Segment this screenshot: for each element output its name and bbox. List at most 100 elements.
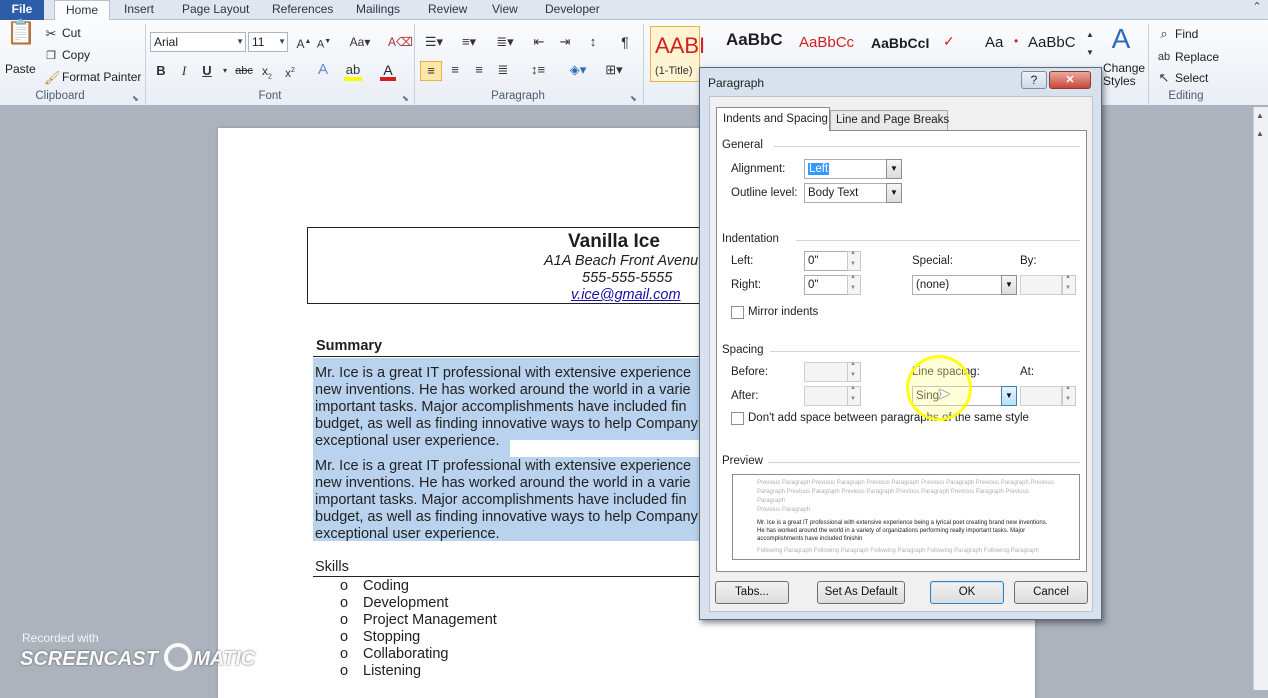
styles-scroll-up-icon[interactable]: ▲	[1084, 28, 1096, 42]
left-indent-input[interactable]: 0"	[804, 251, 848, 271]
line-spacing-icon[interactable]: ↕≡	[526, 61, 550, 79]
mirror-indents-checkbox[interactable]	[731, 306, 744, 319]
tab-mailings[interactable]: Mailings	[356, 0, 400, 20]
tab-indents-spacing[interactable]: Indents and Spacing	[716, 107, 830, 131]
change-case-icon[interactable]: Aa▾	[346, 33, 374, 51]
cut-button[interactable]: Cut	[62, 26, 81, 40]
align-right-icon[interactable]: ≡	[470, 61, 488, 79]
chevron-down-icon[interactable]: ▼	[886, 159, 902, 179]
style-heading-tile[interactable]: AaBbC	[726, 30, 783, 68]
format-painter-icon[interactable]: 🖌	[44, 69, 61, 87]
tab-page-layout[interactable]: Page Layout	[182, 0, 249, 20]
shading-icon[interactable]: ◈▾	[566, 61, 590, 79]
left-indent-spinner[interactable]	[847, 250, 861, 271]
tab-line-page-breaks[interactable]: Line and Page Breaks	[830, 110, 949, 131]
right-indent-input[interactable]: 0"	[804, 275, 848, 295]
tab-developer[interactable]: Developer	[545, 0, 600, 20]
right-indent-spinner[interactable]	[847, 274, 861, 295]
grow-font-icon[interactable]: A▲	[296, 33, 312, 53]
align-left-icon[interactable]: ≡	[420, 61, 442, 81]
paragraph-launcher-icon[interactable]: ⬊	[630, 94, 637, 103]
bold-icon[interactable]: B	[154, 62, 168, 80]
close-button[interactable]: ✕	[1049, 71, 1091, 89]
show-formatting-icon[interactable]: ¶	[617, 33, 633, 51]
paste-button[interactable]: Paste	[5, 62, 36, 76]
italic-icon[interactable]: I	[177, 62, 191, 80]
shrink-font-icon[interactable]: A▼	[316, 33, 332, 54]
scroll-up-icon[interactable]: ▲	[1256, 111, 1264, 120]
find-button[interactable]: Find	[1175, 27, 1198, 41]
borders-icon[interactable]: ⊞▾	[600, 61, 628, 79]
paste-icon[interactable]: 📋	[6, 21, 36, 54]
font-color-icon[interactable]: A	[380, 61, 396, 81]
clipboard-launcher-icon[interactable]: ⬊	[132, 94, 139, 103]
font-size-select[interactable]: 11 ▼	[248, 32, 288, 52]
style-title-tile[interactable]: AABI (1-Title)	[650, 26, 705, 82]
select-button[interactable]: Select	[1175, 71, 1208, 85]
tab-file[interactable]: File	[0, 0, 44, 20]
chevron-down-icon[interactable]: ▼	[1001, 275, 1017, 295]
tab-home[interactable]: Home	[54, 0, 110, 21]
chevron-down-icon[interactable]: ▼	[1001, 386, 1017, 406]
at-input[interactable]	[1020, 386, 1062, 406]
sort-icon[interactable]: ↕	[584, 33, 602, 51]
format-painter-button[interactable]: Format Painter	[62, 70, 141, 84]
superscript-icon[interactable]: x2	[282, 62, 298, 82]
chevron-down-icon[interactable]: ▼	[886, 183, 902, 203]
highlight-color-icon[interactable]: ab	[344, 61, 362, 81]
cancel-button[interactable]: Cancel	[1014, 581, 1088, 604]
dialog-titlebar[interactable]: Paragraph ? ✕	[700, 68, 1101, 96]
after-input[interactable]	[804, 386, 848, 406]
font-launcher-icon[interactable]: ⬊	[402, 94, 409, 103]
before-spinner[interactable]	[847, 361, 861, 382]
underline-icon[interactable]: U	[200, 62, 214, 80]
change-styles-button[interactable]: Change	[1103, 61, 1145, 75]
select-icon[interactable]: ↖	[1156, 69, 1172, 87]
numbering-icon[interactable]: ≡▾	[454, 33, 484, 51]
font-name-select[interactable]: Arial ▼	[150, 32, 246, 52]
by-input[interactable]	[1020, 275, 1062, 295]
replace-button[interactable]: Replace	[1175, 50, 1219, 64]
by-spinner[interactable]	[1062, 274, 1076, 295]
replace-icon[interactable]: ab	[1156, 48, 1172, 66]
tab-insert[interactable]: Insert	[124, 0, 154, 20]
text-effects-icon[interactable]: A	[314, 61, 332, 79]
styles-scroll-down-icon[interactable]: ▼	[1084, 46, 1096, 60]
minimize-ribbon-icon[interactable]: ⌃	[1246, 0, 1268, 18]
outline-level-select[interactable]: Body Text	[804, 183, 890, 203]
increase-indent-icon[interactable]: ⇥	[556, 33, 574, 51]
special-select[interactable]: (none)	[912, 275, 1002, 295]
find-icon[interactable]: ⌕	[1156, 25, 1172, 43]
tab-references[interactable]: References	[272, 0, 333, 20]
copy-button[interactable]: Copy	[62, 48, 90, 62]
chevron-down-icon: ▼	[278, 37, 286, 46]
change-styles-icon[interactable]: A	[1106, 24, 1136, 54]
dont-add-space-checkbox[interactable]	[731, 412, 744, 425]
multilevel-list-icon[interactable]: ≣▾	[490, 33, 520, 51]
at-spinner[interactable]	[1062, 385, 1076, 406]
justify-icon[interactable]: ≣	[494, 61, 512, 79]
help-button[interactable]: ?	[1021, 71, 1047, 89]
ruler-toggle-icon[interactable]: ▲	[1256, 129, 1264, 138]
tab-view[interactable]: View	[492, 0, 518, 20]
decrease-indent-icon[interactable]: ⇤	[530, 33, 548, 51]
style-check-tile[interactable]: ✓	[943, 33, 955, 71]
resume-email-link[interactable]: v.ice@gmail.com	[571, 287, 681, 303]
before-input[interactable]	[804, 362, 848, 382]
clear-formatting-icon[interactable]: A⌫	[388, 33, 413, 51]
after-spinner[interactable]	[847, 385, 861, 406]
set-as-default-button[interactable]: Set As Default	[817, 581, 905, 604]
align-center-icon[interactable]: ≡	[446, 61, 464, 79]
bullets-icon[interactable]: ☰▾	[422, 33, 446, 51]
tabs-button[interactable]: Tabs...	[715, 581, 789, 604]
cut-icon[interactable]: ✂	[44, 25, 58, 43]
copy-icon[interactable]: ❐	[44, 47, 58, 65]
ok-button[interactable]: OK	[930, 581, 1004, 604]
mouse-pointer-icon: ➤	[937, 386, 951, 403]
tab-review[interactable]: Review	[428, 0, 467, 20]
subscript-icon[interactable]: x2	[259, 62, 275, 86]
alignment-select[interactable]: Left	[804, 159, 890, 179]
vertical-scrollbar[interactable]: ▲ ▲	[1253, 107, 1268, 690]
strikethrough-icon[interactable]: abc	[234, 62, 254, 80]
chevron-down-icon[interactable]: ▾	[220, 62, 230, 80]
